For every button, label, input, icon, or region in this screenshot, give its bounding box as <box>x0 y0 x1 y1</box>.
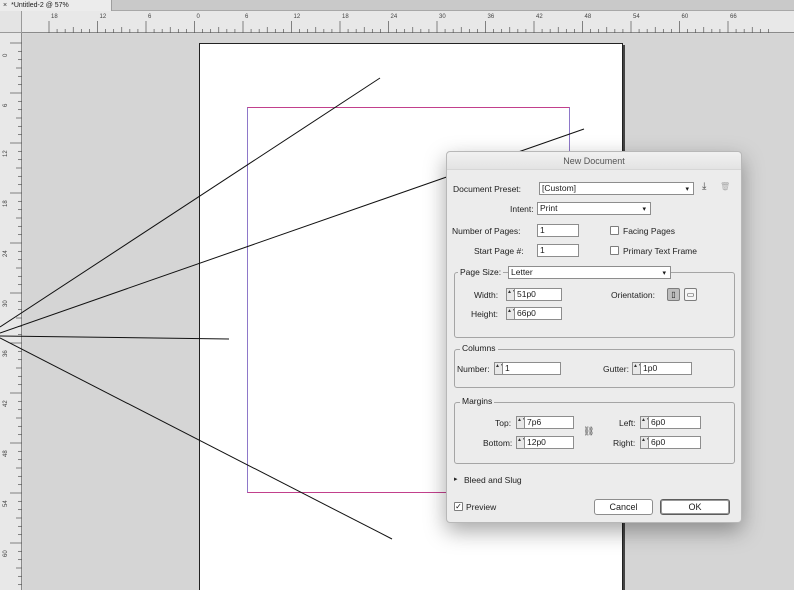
save-preset-icon[interactable]: ⤓ <box>702 181 706 193</box>
chevron-down-icon: ▾ <box>642 206 646 213</box>
page-size-group <box>454 272 735 338</box>
left-margin-label: Left: <box>619 418 636 428</box>
page-size-select[interactable]: Letter ▾ <box>508 266 671 279</box>
orientation-label: Orientation: <box>611 290 655 300</box>
left-margin-stepper-icon[interactable]: ▲▼ <box>640 416 651 429</box>
page-size-value: Letter <box>511 267 533 277</box>
cancel-button[interactable]: Cancel <box>594 499 653 515</box>
gutter-label: Gutter: <box>603 364 629 374</box>
disclosure-triangle-icon[interactable]: ▸ <box>454 475 458 483</box>
columns-title: Columns <box>460 343 498 353</box>
start-page-label: Start Page #: <box>474 246 524 256</box>
right-margin-stepper-icon[interactable]: ▲▼ <box>640 436 651 449</box>
height-field[interactable]: 66p0 <box>514 307 562 320</box>
top-margin-stepper-icon[interactable]: ▲▼ <box>516 416 527 429</box>
gutter-field[interactable]: 1p0 <box>640 362 692 375</box>
document-preset-label: Document Preset: <box>453 184 522 194</box>
margins-title: Margins <box>460 396 495 406</box>
preview-label: Preview <box>466 502 497 512</box>
height-label: Height: <box>471 309 498 319</box>
portrait-orientation-icon[interactable]: ▯ <box>667 288 680 301</box>
primary-text-frame-label: Primary Text Frame <box>623 246 697 256</box>
delete-preset-icon[interactable]: 🗑 <box>720 181 730 193</box>
preview-checkbox[interactable]: ✓ <box>454 502 463 511</box>
right-margin-field[interactable]: 6p0 <box>648 436 701 449</box>
right-margin-label: Right: <box>613 438 636 448</box>
bleed-and-slug-toggle[interactable]: Bleed and Slug <box>464 475 522 485</box>
ok-button[interactable]: OK <box>660 499 730 515</box>
height-stepper-icon[interactable]: ▲▼ <box>506 307 517 320</box>
intent-value: Print <box>540 203 558 213</box>
new-document-dialog: New Document Document Preset: [Custom] ▾… <box>446 151 742 523</box>
document-preset-select[interactable]: [Custom] ▾ <box>539 182 694 195</box>
width-stepper-icon[interactable]: ▲▼ <box>506 288 517 301</box>
bottom-margin-stepper-icon[interactable]: ▲▼ <box>516 436 527 449</box>
primary-text-frame-checkbox[interactable] <box>610 246 619 255</box>
number-of-pages-label: Number of Pages: <box>452 226 521 236</box>
landscape-orientation-icon[interactable]: ▭ <box>684 288 697 301</box>
number-of-pages-field[interactable]: 1 <box>537 224 579 237</box>
start-page-field[interactable]: 1 <box>537 244 579 257</box>
number-field[interactable]: 1 <box>502 362 561 375</box>
link-margins-icon[interactable]: ⛓ <box>583 425 594 437</box>
width-label: Width: <box>474 290 499 300</box>
left-margin-field[interactable]: 6p0 <box>648 416 701 429</box>
bottom-margin-field[interactable]: 12p0 <box>524 436 574 449</box>
page-size-label: Page Size: <box>458 267 504 277</box>
margins-group <box>454 402 735 464</box>
number-stepper-icon[interactable]: ▲▼ <box>494 362 505 375</box>
bottom-margin-label: Bottom: <box>483 438 513 448</box>
intent-select[interactable]: Print ▾ <box>537 202 651 215</box>
chevron-down-icon: ▾ <box>662 270 666 277</box>
width-field[interactable]: 51p0 <box>514 288 562 301</box>
gutter-stepper-icon[interactable]: ▲▼ <box>632 362 643 375</box>
top-margin-field[interactable]: 7p6 <box>524 416 574 429</box>
dialog-title: New Document <box>447 152 741 170</box>
top-margin-label: Top: <box>495 418 512 428</box>
intent-label: Intent: <box>510 204 534 214</box>
chevron-down-icon: ▾ <box>685 186 689 193</box>
facing-pages-checkbox[interactable] <box>610 226 619 235</box>
facing-pages-label: Facing Pages <box>623 226 675 236</box>
document-preset-value: [Custom] <box>542 183 577 193</box>
number-label: Number: <box>457 364 490 374</box>
